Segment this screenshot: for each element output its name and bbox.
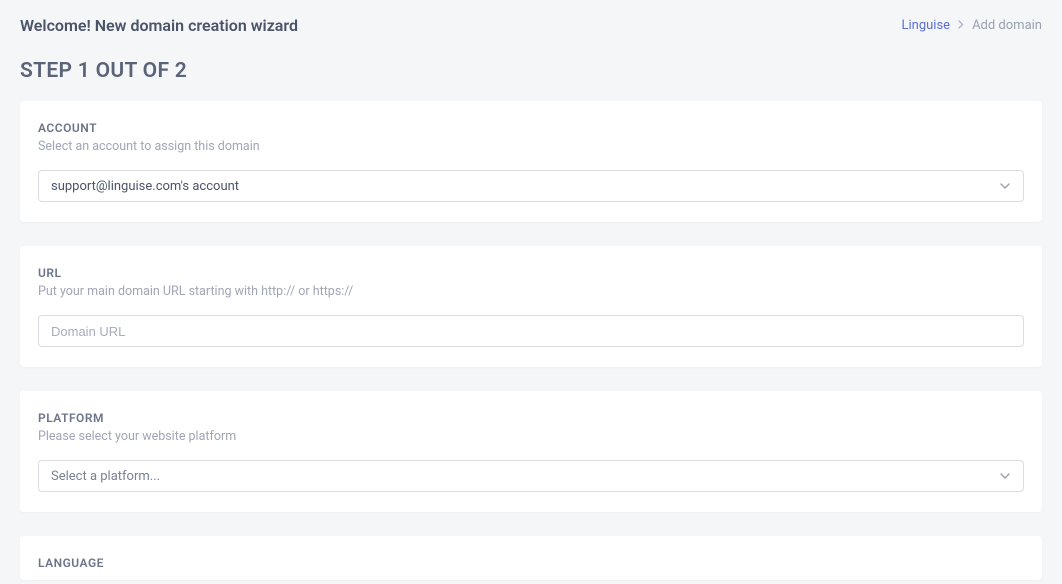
account-section: ACCOUNT Select an account to assign this… xyxy=(20,101,1042,222)
chevron-right-icon xyxy=(958,19,964,32)
breadcrumb: Linguise Add domain xyxy=(901,18,1042,33)
chevron-down-icon xyxy=(999,182,1011,190)
url-section: URL Put your main domain URL starting wi… xyxy=(20,246,1042,367)
url-desc: Put your main domain URL starting with h… xyxy=(38,284,1024,299)
platform-section: PLATFORM Please select your website plat… xyxy=(20,391,1042,512)
chevron-down-icon xyxy=(999,472,1011,480)
platform-select-value: Select a platform... xyxy=(51,469,999,484)
step-title: STEP 1 OUT OF 2 xyxy=(0,43,1062,101)
url-label: URL xyxy=(38,266,1024,280)
page-title: Welcome! New domain creation wizard xyxy=(20,16,298,35)
language-label: LANGUAGE xyxy=(38,556,1024,570)
breadcrumb-current: Add domain xyxy=(972,18,1042,33)
account-desc: Select an account to assign this domain xyxy=(38,139,1024,154)
platform-select[interactable]: Select a platform... xyxy=(38,460,1024,492)
domain-url-input[interactable] xyxy=(38,315,1024,347)
account-label: ACCOUNT xyxy=(38,121,1024,135)
header: Welcome! New domain creation wizard Ling… xyxy=(0,0,1062,43)
platform-desc: Please select your website platform xyxy=(38,429,1024,444)
platform-label: PLATFORM xyxy=(38,411,1024,425)
account-select-value: support@linguise.com's account xyxy=(51,179,999,194)
language-section: LANGUAGE xyxy=(20,536,1042,580)
account-select[interactable]: support@linguise.com's account xyxy=(38,170,1024,202)
breadcrumb-link-linguise[interactable]: Linguise xyxy=(901,18,950,33)
